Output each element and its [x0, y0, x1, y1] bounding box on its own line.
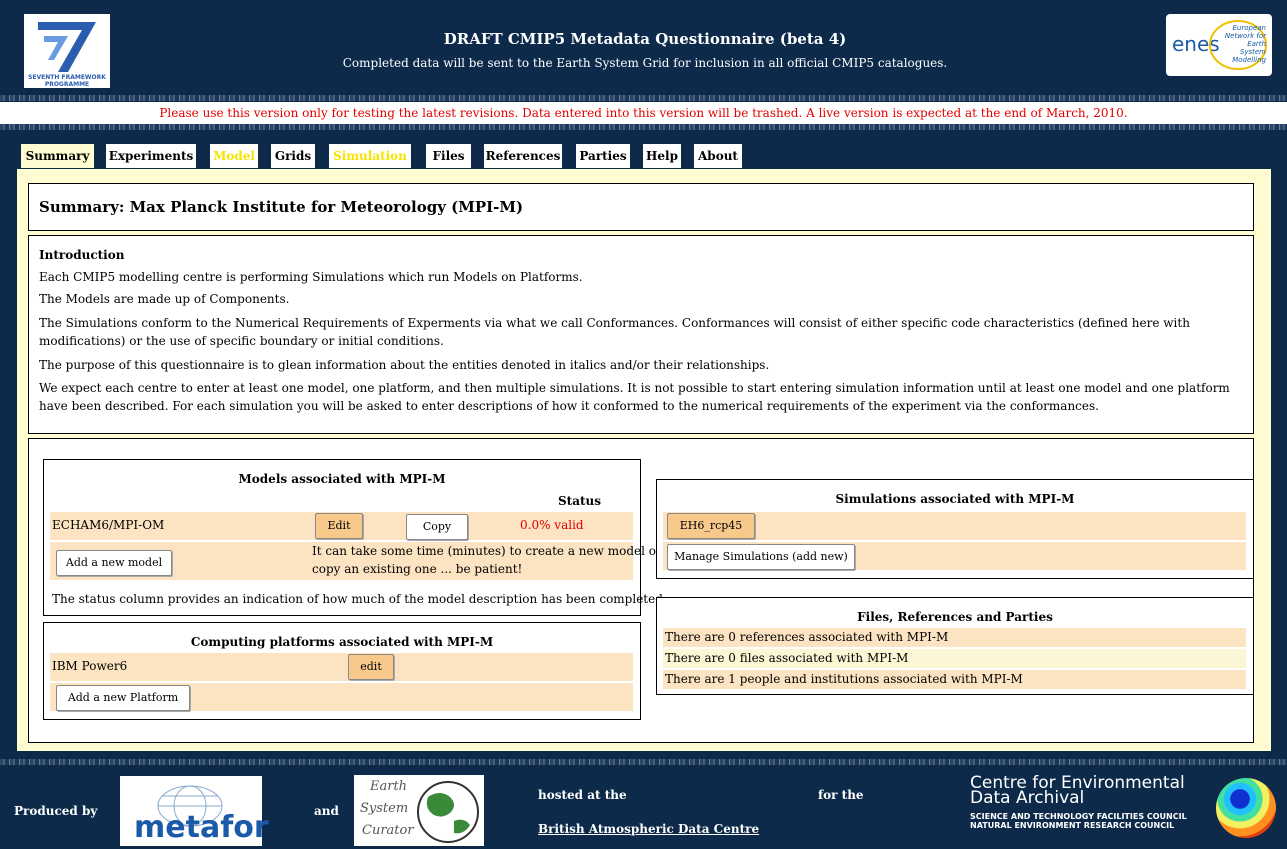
manage-simulations-button[interactable]: Manage Simulations (add new) — [667, 544, 855, 570]
intro-paragraph-2: The Models are made up of Components. — [39, 292, 290, 306]
edit-model-button[interactable]: Edit — [315, 513, 363, 539]
model-row: ECHAM6/MPI-OM Edit Copy 0.0% valid — [50, 512, 633, 540]
add-model-row: Add a new model It can take some time (m… — [50, 542, 662, 580]
enes-logo: enes European Network for Earth System M… — [1166, 14, 1272, 76]
frp-panel-title: Files, References and Parties — [857, 610, 1053, 624]
status-column-header: Status — [558, 494, 602, 508]
footer-divider — [0, 759, 1287, 765]
model-status-value: 0.0% valid — [520, 518, 584, 532]
fp7-logo: SEVENTH FRAMEWORK PROGRAMME — [24, 14, 110, 88]
summary-box: Summary: Max Planck Institute for Meteor… — [28, 183, 1254, 231]
add-platform-button[interactable]: Add a new Platform — [56, 685, 190, 711]
platform-name: IBM Power6 — [52, 659, 128, 673]
page: SEVENTH FRAMEWORK PROGRAMME DRAFT CMIP5 … — [0, 0, 1287, 848]
intro-paragraph-3: The Simulations conform to the Numerical… — [39, 316, 1190, 348]
manage-simulations-row: Manage Simulations (add new) — [663, 542, 1246, 570]
add-platform-row: Add a new Platform — [50, 683, 633, 711]
platforms-panel: Computing platforms associated with MPI-… — [43, 622, 641, 720]
simulation-button[interactable]: EH6_rcp45 — [667, 513, 755, 539]
summary-title: Summary: Max Planck Institute for Meteor… — [39, 198, 524, 216]
tab-parties[interactable]: Parties — [576, 144, 630, 168]
page-title: DRAFT CMIP5 Metadata Questionnaire (beta… — [443, 30, 847, 48]
page-subtitle: Completed data will be sent to the Earth… — [342, 56, 948, 70]
test-version-notice: Please use this version only for testing… — [0, 102, 1287, 124]
enes-logo-tagline: European Network for Earth System Modell… — [1224, 24, 1266, 64]
tab-experiments[interactable]: Experiments — [106, 144, 196, 168]
tab-simulation[interactable]: Simulation — [329, 144, 411, 168]
and-text: and — [314, 804, 339, 818]
tab-help[interactable]: Help — [643, 144, 681, 168]
parties-row: There are 1 people and institutions asso… — [663, 670, 1246, 689]
status-column-note: The status column provides an indication… — [52, 592, 667, 606]
produced-by-text: Produced by — [14, 804, 98, 818]
intro-paragraph-1: Each CMIP5 modelling centre is performin… — [39, 270, 583, 284]
associations-box: Models associated with MPI-M Status ECHA… — [28, 438, 1254, 743]
platforms-panel-title: Computing platforms associated with MPI-… — [190, 635, 494, 649]
earth-system-curator-logo[interactable]: Earth System Curator — [354, 775, 484, 846]
header-divider — [0, 95, 1287, 101]
intro-paragraph-4: The purpose of this questionnaire is to … — [39, 358, 770, 372]
references-count[interactable]: There are 0 references associated with M… — [665, 630, 948, 644]
models-panel-title: Models associated with MPI-M — [238, 472, 446, 486]
notice-divider — [0, 124, 1287, 130]
tab-files[interactable]: Files — [426, 144, 471, 168]
wait-note-line-1: It can take some time (minutes) to creat… — [312, 544, 662, 558]
simulations-panel: Simulations associated with MPI-M EH6_rc… — [656, 479, 1254, 579]
ceda-line-2: Data Archival — [970, 788, 1085, 808]
intro-paragraph-5: We expect each centre to enter at least … — [39, 381, 1230, 413]
models-panel: Models associated with MPI-M Status ECHA… — [43, 459, 667, 616]
intro-heading: Introduction — [39, 248, 125, 262]
footer: Produced by metafor and Earth System Cur… — [0, 768, 1287, 848]
fp7-logo-text: SEVENTH FRAMEWORK PROGRAMME — [28, 74, 106, 88]
metafor-logo[interactable]: metafor — [120, 776, 269, 846]
add-model-button[interactable]: Add a new model — [56, 550, 172, 576]
badc-link[interactable]: British Atmospheric Data Centre — [538, 822, 759, 836]
ceda-councils: SCIENCE AND TECHNOLOGY FACILITIES COUNCI… — [970, 812, 1187, 830]
parties-count[interactable]: There are 1 people and institutions asso… — [665, 672, 1023, 686]
tab-grids[interactable]: Grids — [271, 144, 315, 168]
simulation-row: EH6_rcp45 — [663, 512, 1246, 540]
hosted-at-text: hosted at the — [538, 788, 627, 802]
tab-about[interactable]: About — [694, 144, 742, 168]
ceda-globe-icon — [1216, 778, 1276, 838]
ceda-line-4: NATURAL ENVIRONMENT RESEARCH COUNCIL — [970, 821, 1175, 830]
references-row: There are 0 references associated with M… — [663, 628, 1246, 647]
for-the-text: for the — [818, 788, 864, 802]
header: SEVENTH FRAMEWORK PROGRAMME DRAFT CMIP5 … — [0, 0, 1287, 96]
tab-references[interactable]: References — [484, 144, 562, 168]
introduction-box: Introduction Each CMIP5 modelling centre… — [28, 235, 1254, 434]
metafor-logo-text: metafor — [134, 810, 269, 845]
edit-platform-button[interactable]: edit — [348, 654, 394, 680]
ceda-logo-text[interactable]: Centre for Environmental Data Archival — [970, 775, 1185, 808]
files-row: There are 0 files associated with MPI-M — [663, 649, 1246, 668]
files-references-parties-panel: Files, References and Parties There are … — [656, 597, 1254, 695]
tab-model[interactable]: Model — [210, 144, 258, 168]
wait-note-line-2: copy an existing one ... be patient! — [312, 562, 523, 576]
model-name: ECHAM6/MPI-OM — [52, 518, 165, 532]
copy-model-button[interactable]: Copy — [406, 514, 468, 540]
ceda-line-3: SCIENCE AND TECHNOLOGY FACILITIES COUNCI… — [970, 812, 1187, 821]
platform-row: IBM Power6 edit — [50, 653, 633, 681]
simulations-panel-title: Simulations associated with MPI-M — [835, 492, 1075, 506]
files-count[interactable]: There are 0 files associated with MPI-M — [665, 651, 908, 665]
content-area: Summary: Max Planck Institute for Meteor… — [16, 168, 1272, 752]
